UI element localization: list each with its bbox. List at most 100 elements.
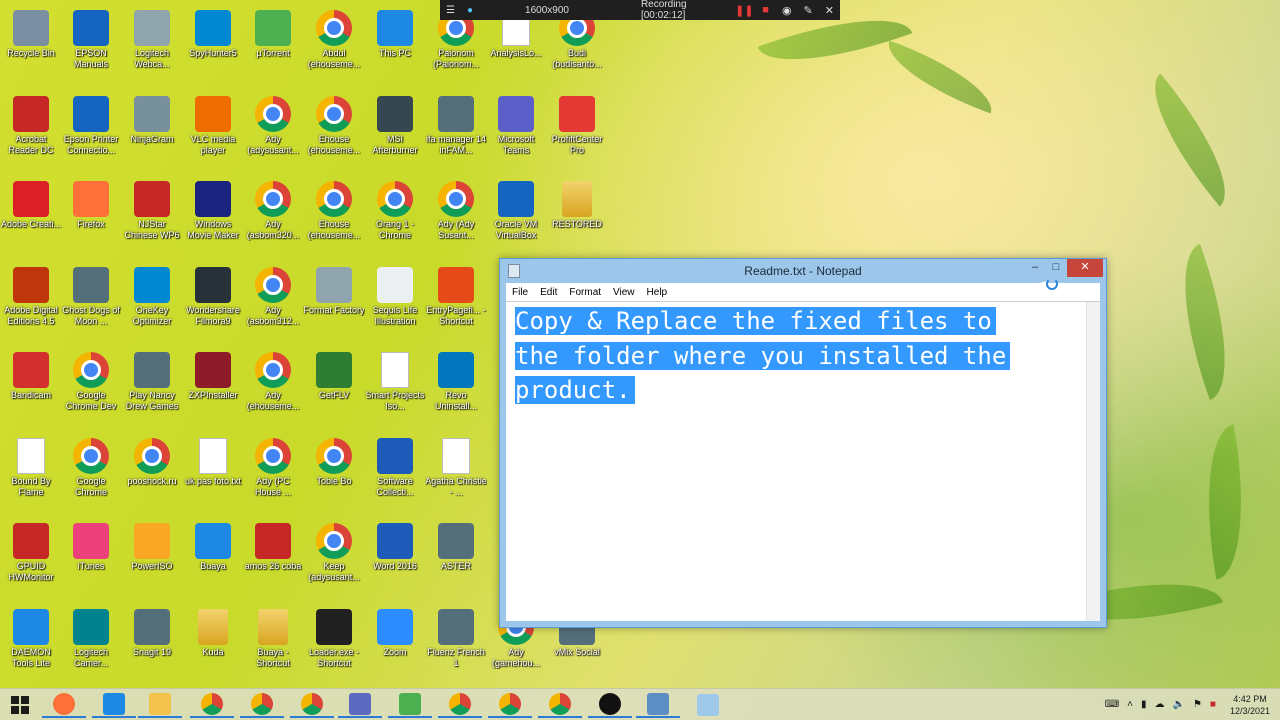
- desktop-icon[interactable]: Revo Uninstall...: [425, 346, 487, 428]
- desktop-icon[interactable]: MSI Afterburner: [364, 90, 426, 172]
- keyboard-icon[interactable]: ⌨: [1101, 699, 1123, 710]
- notepad-title-bar[interactable]: Readme.txt - Notepad – □ ✕: [500, 259, 1106, 283]
- desktop-icon[interactable]: Buaya - Shortcut: [242, 603, 304, 685]
- taskbar-button[interactable]: [42, 692, 86, 718]
- taskbar-button[interactable]: [438, 692, 482, 718]
- desktop-icon[interactable]: PowerISO: [121, 517, 183, 599]
- desktop-icon[interactable]: VLC media player: [182, 90, 244, 172]
- desktop-icon[interactable]: Snagit 19: [121, 603, 183, 685]
- taskbar-button[interactable]: [388, 692, 432, 718]
- desktop-icon[interactable]: uk pas foto.txt: [182, 432, 244, 514]
- taskbar-button[interactable]: [588, 692, 632, 718]
- menu-edit[interactable]: Edit: [534, 287, 563, 298]
- desktop-icon[interactable]: Orang 1 - Chrome: [364, 175, 426, 257]
- desktop-icon[interactable]: Ady (asbom320...: [242, 175, 304, 257]
- desktop-icon[interactable]: Keep (adysusant...: [303, 517, 365, 599]
- close-button[interactable]: ✕: [1067, 259, 1103, 277]
- desktop-icon[interactable]: This PC: [364, 4, 426, 86]
- desktop-icon[interactable]: Oracle VM VirtualBox: [485, 175, 547, 257]
- volume-icon[interactable]: 🔈: [1168, 699, 1188, 710]
- desktop-icon[interactable]: Format Factory: [303, 261, 365, 343]
- desktop-icon[interactable]: Loader.exe - Shortcut: [303, 603, 365, 685]
- desktop-icon[interactable]: µTorrent: [242, 4, 304, 86]
- desktop-icon[interactable]: Tobie Bo: [303, 432, 365, 514]
- desktop-icon[interactable]: Ady (PC House ...: [242, 432, 304, 514]
- maximize-button[interactable]: □: [1045, 259, 1067, 277]
- desktop-icon[interactable]: GPUID HWMonitor: [0, 517, 62, 599]
- desktop-icon[interactable]: Fluenz French 1: [425, 603, 487, 685]
- desktop-icon[interactable]: Abdul (ehouseme...: [303, 4, 365, 86]
- desktop-icon[interactable]: Word 2016: [364, 517, 426, 599]
- desktop-icon[interactable]: Firefox: [60, 175, 122, 257]
- text-editor[interactable]: Copy & Replace the fixed files to the fo…: [506, 301, 1100, 621]
- desktop-icon[interactable]: iTunes: [60, 517, 122, 599]
- desktop-icon[interactable]: Buaya: [182, 517, 244, 599]
- taskbar-button[interactable]: [240, 692, 284, 718]
- desktop-icon[interactable]: Logitech Webca...: [121, 4, 183, 86]
- menu-file[interactable]: File: [506, 287, 534, 298]
- taskbar-button[interactable]: [290, 692, 334, 718]
- menu-view[interactable]: View: [607, 287, 641, 298]
- desktop-icon[interactable]: Google Chrome Dev: [60, 346, 122, 428]
- language-icon[interactable]: ⚑: [1189, 699, 1206, 710]
- desktop-icon[interactable]: NJStar Chinese WP6: [121, 175, 183, 257]
- desktop-icon[interactable]: Recycle Bin: [0, 4, 62, 86]
- desktop-icon[interactable]: EPSON Manuals: [60, 4, 122, 86]
- taskbar-button[interactable]: [92, 692, 136, 718]
- pencil-icon[interactable]: ✎: [797, 0, 818, 20]
- show-hidden-icons-icon[interactable]: ˄: [1123, 699, 1137, 710]
- desktop-icon[interactable]: SpyHunter5: [182, 4, 244, 86]
- pause-icon[interactable]: ❚❚: [734, 0, 755, 20]
- desktop-icon[interactable]: GetFLV: [303, 346, 365, 428]
- desktop-icon[interactable]: Wondershare Filmora9: [182, 261, 244, 343]
- desktop-icon[interactable]: Ghost Dogs of Moon ...: [60, 261, 122, 343]
- desktop-icon[interactable]: DAEMON Tools Lite: [0, 603, 62, 685]
- desktop-icon[interactable]: amos 26 coba: [242, 517, 304, 599]
- desktop-icon[interactable]: ProfiftCenter Pro: [546, 90, 608, 172]
- desktop-icon[interactable]: RESTORED: [546, 175, 608, 257]
- desktop-icon[interactable]: Zoom: [364, 603, 426, 685]
- network-icon[interactable]: ☁: [1150, 699, 1168, 710]
- menu-icon[interactable]: ☰: [440, 0, 461, 20]
- desktop-icon[interactable]: Bound By Flame: [0, 432, 62, 514]
- desktop-icon[interactable]: Software Collecti...: [364, 432, 426, 514]
- desktop-icon[interactable]: Ehouse (ehouseme...: [303, 175, 365, 257]
- desktop-icon[interactable]: Ehouse (ehouseme...: [303, 90, 365, 172]
- taskbar-button[interactable]: [636, 692, 680, 718]
- desktop-icon[interactable]: Adobe Creati...: [0, 175, 62, 257]
- desktop-icon[interactable]: Windows Movie Maker: [182, 175, 244, 257]
- camera-icon[interactable]: ◉: [776, 0, 797, 20]
- desktop-icon[interactable]: Google Chrome: [60, 432, 122, 514]
- desktop-icon[interactable]: Microsoft Teams: [485, 90, 547, 172]
- desktop-icon[interactable]: Ady (Ady Susant...: [425, 175, 487, 257]
- taskbar-button[interactable]: [686, 692, 730, 718]
- desktop-icon[interactable]: Logitech Camer...: [60, 603, 122, 685]
- taskbar-button[interactable]: [338, 692, 382, 718]
- stop-icon[interactable]: ■: [755, 0, 776, 20]
- menu-format[interactable]: Format: [563, 287, 607, 298]
- desktop-icon[interactable]: Epson Printer Connectio...: [60, 90, 122, 172]
- desktop-icon[interactable]: Play Nancy Drew Games: [121, 346, 183, 428]
- desktop-icon[interactable]: EntryPagefi... - Shortcut: [425, 261, 487, 343]
- minimize-button[interactable]: –: [1024, 259, 1046, 277]
- desktop-icon[interactable]: ASTER: [425, 517, 487, 599]
- battery-icon[interactable]: ▮: [1137, 699, 1151, 710]
- desktop-icon[interactable]: Acrobat Reader DC: [0, 90, 62, 172]
- desktop-icon[interactable]: NinjaGram: [121, 90, 183, 172]
- menu-help[interactable]: Help: [641, 287, 674, 298]
- clock[interactable]: 4:42 PM 12/3/2021: [1220, 693, 1280, 717]
- desktop-icon[interactable]: Ady (adysusant...: [242, 90, 304, 172]
- taskbar-button[interactable]: [190, 692, 234, 718]
- desktop-icon[interactable]: OneKey Optimizer: [121, 261, 183, 343]
- start-button[interactable]: [0, 689, 40, 720]
- desktop-icon[interactable]: Smart Projects Iso...: [364, 346, 426, 428]
- selected-text[interactable]: Copy & Replace the fixed files to the fo…: [515, 304, 1080, 408]
- taskbar-button[interactable]: [488, 692, 532, 718]
- microphone-icon[interactable]: ●: [461, 0, 479, 20]
- desktop-icon[interactable]: pooshock.ru: [121, 432, 183, 514]
- desktop-icon[interactable]: Ady (asbom312...: [242, 261, 304, 343]
- desktop-icon[interactable]: Ady (ehouseme...: [242, 346, 304, 428]
- close-icon[interactable]: ✕: [819, 0, 840, 20]
- desktop-icon[interactable]: Sequis Life Illustration: [364, 261, 426, 343]
- desktop-icon[interactable]: ZXPInstaller: [182, 346, 244, 428]
